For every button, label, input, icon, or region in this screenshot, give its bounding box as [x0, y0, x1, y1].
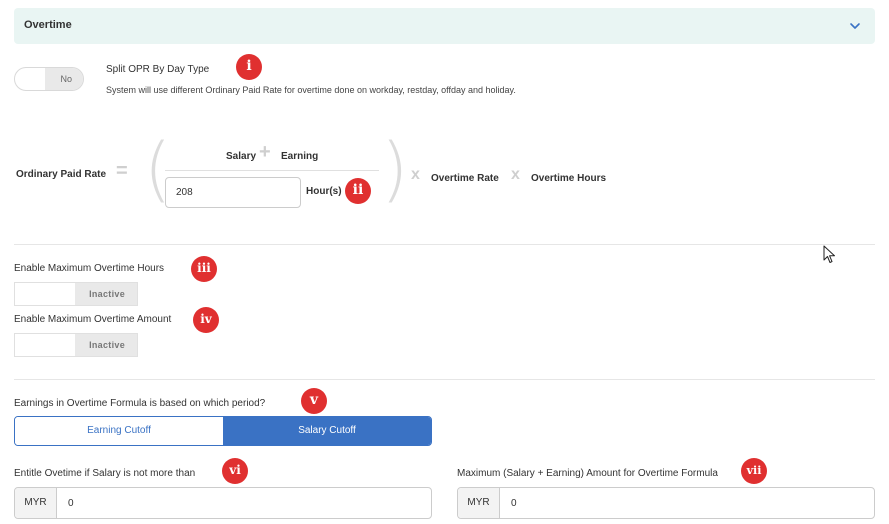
annotation-badge-i: i	[236, 54, 262, 80]
right-paren: )	[381, 128, 409, 210]
times-sign-1: x	[411, 166, 420, 183]
overtime-rate-label: Overtime Rate	[431, 173, 499, 184]
maximum-amount-input[interactable]: MYR 0	[457, 487, 875, 519]
entitle-label: Entitle Ovetime if Salary is not more th…	[14, 468, 196, 479]
mouse-cursor-icon	[823, 245, 835, 263]
max-hours-status: Inactive	[89, 289, 125, 299]
split-opr-title: Split OPR By Day Type	[106, 64, 210, 75]
formula-label: Ordinary Paid Rate	[16, 169, 107, 180]
hours-unit: Hour(s)	[306, 186, 342, 197]
times-sign-2: x	[511, 166, 520, 183]
annotation-badge-iv: iv	[193, 307, 219, 333]
split-opr-toggle[interactable]: No	[14, 67, 84, 91]
period-question: Earnings in Overtime Formula is based on…	[14, 398, 266, 409]
maximum-amount-label: Maximum (Salary + Earning) Amount for Ov…	[457, 468, 718, 479]
earning-label: Earning	[281, 151, 319, 162]
overtime-hours-label: Overtime Hours	[531, 173, 607, 184]
overtime-section-header[interactable]: Overtime	[14, 8, 875, 44]
currency-label: MYR	[458, 488, 500, 518]
divider-1	[14, 244, 875, 245]
plus-sign: +	[259, 141, 271, 163]
annotation-badge-iii: iii	[191, 256, 217, 282]
earning-cutoff-option[interactable]: Earning Cutoff	[15, 417, 223, 445]
toggle-label: No	[60, 74, 72, 84]
salary-label: Salary	[226, 151, 257, 162]
maximum-amount-value: 0	[511, 498, 517, 509]
max-hours-switch[interactable]: Inactive	[14, 282, 138, 306]
max-amount-label: Enable Maximum Overtime Amount	[14, 314, 172, 325]
entitle-amount-value: 0	[68, 498, 74, 509]
section-title: Overtime	[24, 19, 72, 31]
entitle-amount-input[interactable]: MYR 0	[14, 487, 432, 519]
annotation-badge-ii: ii	[345, 178, 371, 204]
hours-input-value: 208	[176, 187, 193, 198]
annotation-badge-vi: vi	[222, 458, 248, 484]
annotation-badge-vii: vii	[741, 458, 767, 484]
chevron-down-icon[interactable]	[849, 20, 861, 32]
equals-sign: =	[116, 160, 128, 182]
currency-label: MYR	[15, 488, 57, 518]
max-hours-label: Enable Maximum Overtime Hours	[14, 263, 165, 274]
period-segmented-control: Earning Cutoff Salary Cutoff	[14, 416, 432, 446]
annotation-badge-v: v	[301, 388, 327, 414]
fraction-line	[165, 170, 379, 171]
split-opr-description: System will use different Ordinary Paid …	[106, 85, 516, 95]
hours-input[interactable]: 208	[165, 177, 301, 208]
salary-cutoff-option[interactable]: Salary Cutoff	[223, 417, 431, 445]
divider-2	[14, 379, 875, 380]
max-amount-status: Inactive	[89, 340, 125, 350]
max-amount-switch[interactable]: Inactive	[14, 333, 138, 357]
